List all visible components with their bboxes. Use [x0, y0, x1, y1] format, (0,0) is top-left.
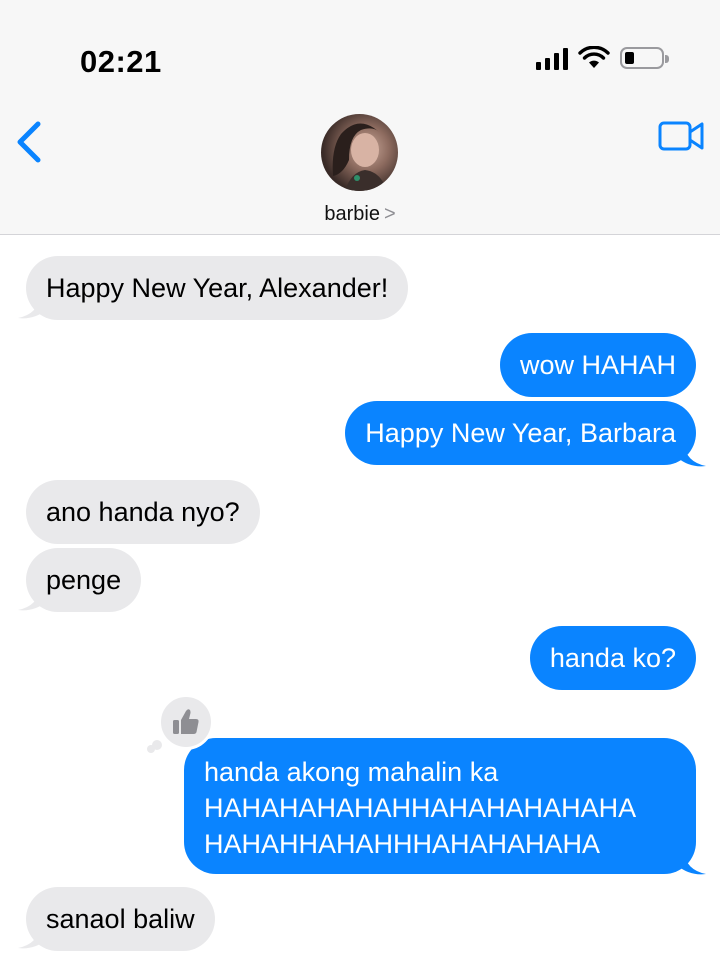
- back-button[interactable]: [10, 116, 50, 168]
- message-bubble-received[interactable]: penge: [26, 548, 142, 612]
- tapback-reaction[interactable]: [158, 694, 214, 750]
- message-bubble-sent[interactable]: Happy New Year, Barbara: [345, 401, 696, 465]
- contact-name[interactable]: barbie >: [0, 203, 720, 226]
- cellular-signal-icon: [536, 46, 568, 70]
- message-bubble-received[interactable]: Happy New Year, Alexander!: [26, 256, 409, 320]
- status-time: 02:21: [80, 44, 162, 79]
- message-bubble-sent[interactable]: handa ko?: [529, 626, 696, 690]
- contact-name-label: barbie: [324, 203, 380, 225]
- message-bubble-sent[interactable]: wow HAHAH: [499, 333, 696, 397]
- message-bubble-sent[interactable]: handa akong mahalin ka HAHAHAHAHAHHAHAHA…: [184, 738, 696, 874]
- thumbs-up-icon: [173, 709, 199, 734]
- message-bubble-received[interactable]: ano handa nyo?: [26, 480, 260, 544]
- avatar-photo: [332, 123, 387, 191]
- video-call-button[interactable]: [658, 118, 706, 154]
- chevron-left-icon: [17, 121, 41, 163]
- contact-avatar[interactable]: [321, 114, 398, 191]
- video-camera-icon: [658, 121, 704, 151]
- status-icons: [536, 46, 669, 70]
- reaction-tail: [147, 745, 155, 753]
- wifi-icon: [578, 46, 610, 68]
- battery-icon: [620, 47, 669, 69]
- chevron-right-icon: >: [383, 203, 396, 225]
- conversation-header: 02:21 barbie >: [0, 0, 720, 235]
- message-bubble-received[interactable]: sanaol baliw: [26, 887, 215, 951]
